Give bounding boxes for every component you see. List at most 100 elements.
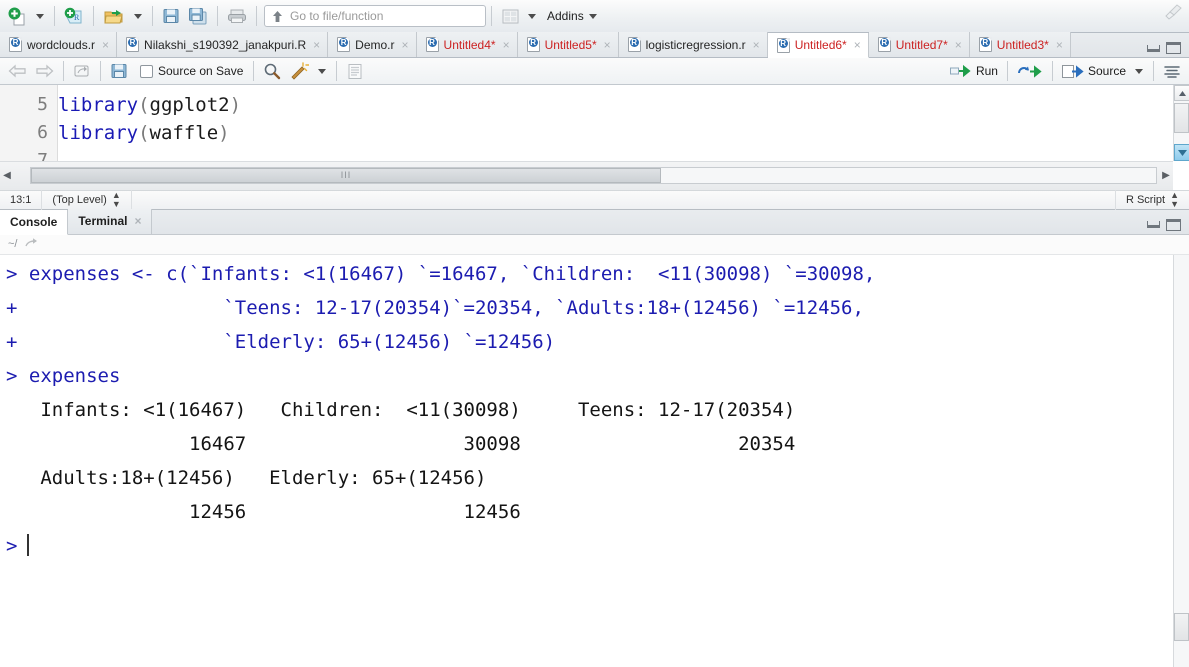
close-icon[interactable]: ×: [854, 38, 861, 52]
hscroll-track[interactable]: [30, 167, 1157, 184]
close-icon[interactable]: ×: [313, 38, 320, 52]
code-text-area[interactable]: library(ggplot2)library(waffle) expenses…: [58, 85, 1173, 161]
addins-caret[interactable]: [588, 13, 597, 19]
minimize-icon[interactable]: [1147, 221, 1160, 228]
save-all-button[interactable]: [185, 4, 211, 28]
scroll-down-button[interactable]: [1174, 143, 1189, 161]
code-line[interactable]: library(ggplot2): [58, 91, 1173, 119]
editor-vertical-scrollbar[interactable]: [1173, 85, 1189, 161]
console-output-line: Adults:18+(12456) Elderly: 65+(12456): [6, 466, 498, 489]
close-icon[interactable]: ×: [503, 38, 510, 52]
console-tab[interactable]: Console: [0, 209, 69, 235]
close-icon[interactable]: ×: [753, 38, 760, 52]
rerun-button[interactable]: [1013, 60, 1047, 82]
toolbar-separator: [100, 61, 101, 81]
panes-layout-icon[interactable]: [498, 4, 522, 28]
console-output[interactable]: > expenses <- c(`Infants: <1(16467) `=16…: [0, 254, 1189, 667]
maximize-icon[interactable]: [1166, 42, 1181, 54]
working-directory-label[interactable]: ~/: [8, 238, 17, 250]
code-token: ggplot2: [149, 94, 230, 116]
console-scroll-thumb[interactable]: [1174, 613, 1189, 641]
close-icon[interactable]: ×: [955, 38, 962, 52]
source-tab-label: Untitled4*: [443, 37, 496, 52]
back-arrow-icon[interactable]: [5, 59, 30, 83]
source-tab[interactable]: Nilakshi_s190392_janakpuri.R ×: [117, 32, 329, 57]
code-line[interactable]: library(waffle): [58, 119, 1173, 147]
source-tab[interactable]: logisticregression.r ×: [618, 32, 768, 57]
magnifier-icon[interactable]: [260, 59, 284, 83]
source-tab-bar: wordclouds.r×Nilakshi_s190392_janakpuri.…: [0, 32, 1189, 58]
new-project-button[interactable]: R: [61, 4, 87, 28]
run-button[interactable]: Run: [946, 60, 1002, 82]
toolbar-separator: [93, 6, 94, 26]
console-input-line: > expenses <- c(`Infants: <1(16467) `=16…: [6, 262, 876, 285]
console-prompt-line[interactable]: >: [6, 529, 1189, 563]
document-outline-icon[interactable]: [1160, 59, 1184, 83]
editor-horizontal-scrollbar[interactable]: ◀ ▶: [0, 160, 1173, 190]
console-vertical-scrollbar[interactable]: [1173, 254, 1189, 667]
open-in-new-window-icon[interactable]: [24, 237, 39, 252]
compile-report-icon[interactable]: [343, 59, 367, 83]
open-file-dropdown-caret[interactable]: [134, 13, 142, 19]
source-tab-label: logisticregression.r: [645, 37, 746, 52]
console-input-line: + `Teens: 12-17(20354)`=20354, `Adults:1…: [6, 296, 864, 319]
forward-arrow-icon[interactable]: [32, 59, 57, 83]
source-tab[interactable]: Untitled4* ×: [416, 32, 518, 57]
addins-label[interactable]: Addins: [547, 9, 584, 23]
document-type-selector[interactable]: R Script ▲ ▼: [1114, 189, 1189, 210]
console-prompt-symbol: >: [6, 534, 18, 557]
save-button[interactable]: [159, 4, 183, 28]
source-dropdown-caret[interactable]: [1135, 68, 1143, 74]
r-file-icon: [978, 37, 992, 52]
open-file-button[interactable]: [100, 4, 128, 28]
console-tab-label: Terminal: [78, 214, 128, 228]
scroll-up-button[interactable]: [1174, 85, 1189, 101]
code-tools-icon[interactable]: [286, 59, 312, 83]
code-scope-selector[interactable]: (Top Level) ▲ ▼: [42, 189, 132, 210]
code-editor[interactable]: 45678910111213 library(ggplot2)library(w…: [0, 85, 1173, 161]
close-icon[interactable]: ×: [1056, 38, 1063, 52]
broom-clear-icon[interactable]: [1163, 4, 1183, 23]
scope-spinner-icon: ▲ ▼: [111, 189, 121, 209]
code-token: ): [229, 94, 242, 116]
close-icon[interactable]: ×: [134, 214, 141, 228]
console-tab[interactable]: Terminal ×: [68, 208, 153, 234]
source-button[interactable]: Source: [1058, 60, 1130, 82]
panes-layout-caret[interactable]: [528, 13, 536, 19]
console-tab-label: Console: [10, 214, 58, 229]
code-tools-caret[interactable]: [318, 68, 327, 74]
code-line[interactable]: [58, 147, 1173, 161]
editor-save-button[interactable]: [107, 59, 131, 83]
maximize-icon[interactable]: [1166, 218, 1181, 231]
console-working-directory-bar: ~/: [0, 4, 1189, 255]
close-icon[interactable]: ×: [402, 38, 409, 52]
source-tab[interactable]: Untitled5* ×: [517, 32, 619, 57]
source-tab[interactable]: Untitled3* ×: [969, 32, 1071, 57]
close-icon[interactable]: ×: [102, 38, 109, 52]
source-on-save-checkbox[interactable]: [140, 64, 153, 78]
source-tab[interactable]: Untitled7* ×: [868, 32, 970, 57]
close-icon[interactable]: ×: [604, 38, 611, 52]
editor-scroll-thumb[interactable]: [1174, 103, 1189, 133]
minimize-icon[interactable]: [1147, 44, 1160, 52]
r-file-icon: [337, 37, 351, 52]
new-file-button[interactable]: [5, 4, 30, 28]
code-token: library: [58, 122, 139, 144]
goto-file-function-box[interactable]: Go to file/function: [264, 5, 486, 27]
editor-status-bar: 13:1 (Top Level) ▲ ▼ R Script ▲ ▼: [0, 189, 1189, 210]
toolbar-separator: [336, 61, 338, 81]
show-in-new-window-icon[interactable]: [70, 59, 94, 83]
new-file-dropdown-caret[interactable]: [36, 13, 44, 19]
r-file-icon: [776, 37, 790, 53]
source-tab[interactable]: Untitled6* ×: [767, 33, 869, 58]
print-button[interactable]: [224, 4, 250, 28]
hscroll-thumb[interactable]: [31, 168, 661, 183]
hscroll-right-arrow[interactable]: ▶: [1159, 170, 1173, 181]
source-tab[interactable]: wordclouds.r ×: [0, 32, 118, 57]
line-number: 5: [37, 94, 48, 115]
source-tab[interactable]: Demo.r ×: [328, 32, 417, 57]
hscroll-left-arrow[interactable]: ◀: [0, 170, 14, 181]
source-on-save-toggle[interactable]: Source on Save: [140, 64, 243, 78]
source-pane-window-controls: [1139, 42, 1189, 57]
toolbar-separator: [1153, 61, 1154, 81]
